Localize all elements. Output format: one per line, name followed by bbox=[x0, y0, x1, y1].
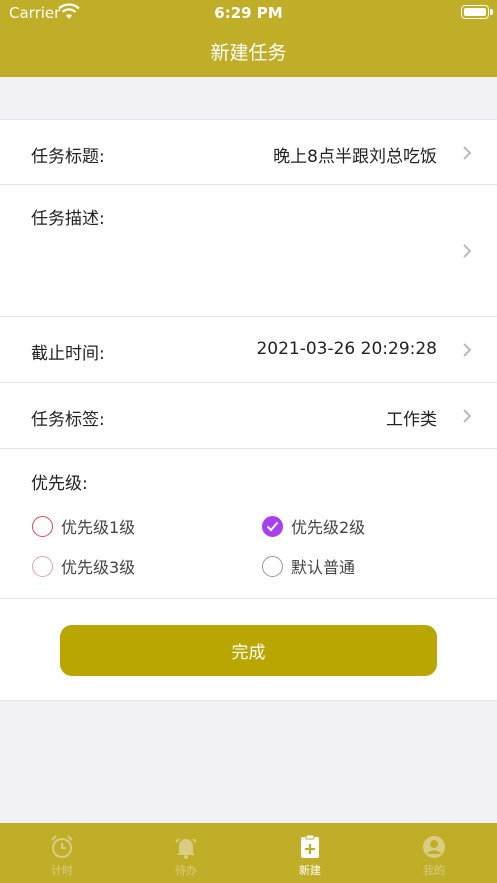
page-title: 新建任务 bbox=[210, 42, 287, 64]
priority-option-3[interactable]: 优先级3级 bbox=[32, 554, 135, 578]
status-bar: Carrier 6:29 PM bbox=[0, 0, 497, 26]
tab-todo[interactable]: 待办 bbox=[124, 823, 248, 883]
priority-option-default[interactable]: 默认普通 bbox=[262, 554, 355, 578]
description-label: 任务描述: bbox=[31, 209, 105, 229]
deadline-value: 2021-03-26 20:29:28 bbox=[256, 339, 437, 359]
tab-profile[interactable]: 我的 bbox=[372, 823, 496, 883]
profile-icon bbox=[423, 836, 445, 858]
tab-new[interactable]: 新建 bbox=[248, 823, 372, 883]
bell-icon bbox=[175, 838, 197, 859]
radio-circle-icon bbox=[32, 555, 53, 577]
priority-option-2[interactable]: 优先级2级 bbox=[262, 514, 365, 538]
tab-label: 我的 bbox=[423, 864, 445, 877]
chevron-right-icon bbox=[463, 146, 472, 160]
chevron-right-icon bbox=[463, 244, 472, 258]
tag-label: 任务标签: bbox=[31, 410, 105, 430]
radio-circle-icon bbox=[32, 515, 53, 537]
priority-option-label: 优先级2级 bbox=[291, 518, 366, 537]
tag-row[interactable]: 任务标签: 工作类 bbox=[0, 383, 497, 449]
chevron-right-icon bbox=[463, 343, 472, 357]
deadline-row[interactable]: 截止时间: 2021-03-26 20:29:28 bbox=[0, 317, 497, 383]
radio-circle-icon bbox=[262, 555, 283, 577]
done-button[interactable]: 完成 bbox=[60, 625, 437, 676]
tab-bar: 计时 待办 新建 我的 bbox=[0, 823, 497, 883]
priority-option-label: 优先级1级 bbox=[61, 518, 136, 537]
header: Carrier 6:29 PM 新建任务 bbox=[0, 0, 497, 77]
radio-checked-icon bbox=[262, 515, 283, 537]
clock-time: 6:29 PM bbox=[214, 4, 283, 22]
title-label: 任务标题: bbox=[31, 147, 105, 167]
divider bbox=[0, 598, 497, 599]
deadline-label: 截止时间: bbox=[31, 344, 105, 364]
chevron-right-icon bbox=[463, 409, 472, 423]
battery-icon bbox=[461, 5, 493, 19]
priority-option-label: 优先级3级 bbox=[61, 558, 136, 577]
priority-option-1[interactable]: 优先级1级 bbox=[32, 514, 135, 538]
new-note-icon bbox=[301, 834, 319, 858]
priority-option-label: 默认普通 bbox=[291, 558, 356, 577]
tab-label: 计时 bbox=[51, 864, 73, 877]
task-form: 任务标题: 晚上8点半跟刘总吃饭 任务描述: 截止时间: 2021-03-26 … bbox=[0, 119, 497, 701]
alarm-clock-icon bbox=[51, 835, 73, 858]
priority-label: 优先级: bbox=[31, 474, 88, 494]
tag-value: 工作类 bbox=[386, 410, 437, 430]
title-row[interactable]: 任务标题: 晚上8点半跟刘总吃饭 bbox=[0, 120, 497, 185]
description-row[interactable]: 任务描述: bbox=[0, 185, 497, 317]
tab-label: 待办 bbox=[175, 864, 197, 877]
title-value: 晚上8点半跟刘总吃饭 bbox=[273, 147, 437, 167]
tab-timer[interactable]: 计时 bbox=[0, 823, 124, 883]
tab-label: 新建 bbox=[299, 864, 321, 877]
